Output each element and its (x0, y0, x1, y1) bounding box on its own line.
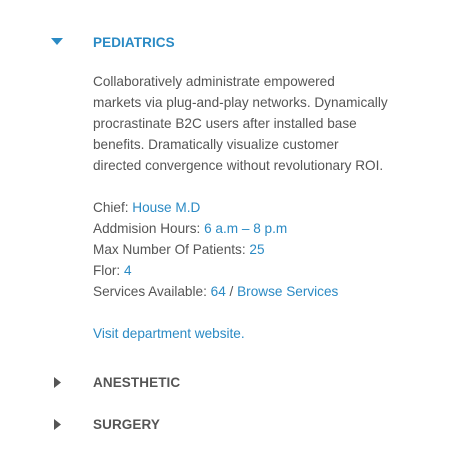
description-line: Collaboratively administrate empowered (93, 74, 335, 89)
services-separator: / (229, 284, 234, 299)
floor-row: Flor: 4 (93, 260, 433, 281)
chief-label: Chief: (93, 200, 129, 215)
accordion-title-anesthetic: ANESTHETIC (93, 374, 181, 390)
accordion-title-surgery: SURGERY (93, 416, 160, 432)
hours-row: Addmision Hours: 6 a.m – 8 p.m (93, 218, 433, 239)
services-label: Services Available: (93, 284, 207, 299)
accordion-title-pediatrics: PEDIATRICS (93, 34, 175, 50)
max-patients-value: 25 (249, 242, 265, 257)
hours-value: 6 a.m – 8 p.m (204, 221, 288, 236)
services-value: 64 (210, 284, 226, 299)
accordion-header-pediatrics[interactable]: PEDIATRICS (50, 31, 175, 53)
chief-row: Chief: House M.D (93, 197, 433, 218)
description-line: directed convergence without revolutiona… (93, 158, 384, 173)
caret-down-icon (50, 35, 64, 49)
chief-link[interactable]: House M.D (132, 200, 200, 215)
services-row: Services Available: 64 / Browse Services (93, 281, 433, 302)
accordion-panel-pediatrics: Collaboratively administrate empowered m… (93, 71, 433, 344)
hours-label: Addmision Hours: (93, 221, 201, 236)
caret-right-icon (50, 375, 64, 389)
description-line: procrastinate B2C users after installed … (93, 116, 357, 131)
accordion-header-surgery[interactable]: SURGERY (50, 413, 160, 435)
max-patients-row: Max Number Of Patients: 25 (93, 239, 433, 260)
floor-value: 4 (123, 263, 132, 278)
visit-website-link[interactable]: Visit department website. (93, 323, 245, 344)
accordion-header-anesthetic[interactable]: ANESTHETIC (50, 371, 180, 393)
browse-services-link[interactable]: Browse Services (237, 284, 338, 299)
caret-right-icon (50, 417, 64, 431)
description-line: benefits. Dramatically visualize custome… (93, 137, 339, 152)
floor-label: Flor: (93, 263, 121, 278)
description-line: markets via plug-and-play networks. Dyna… (93, 95, 388, 110)
department-info: Chief: House M.D Addmision Hours: 6 a.m … (93, 197, 433, 302)
max-patients-label: Max Number Of Patients: (93, 242, 246, 257)
department-description: Collaboratively administrate empowered m… (93, 71, 433, 176)
